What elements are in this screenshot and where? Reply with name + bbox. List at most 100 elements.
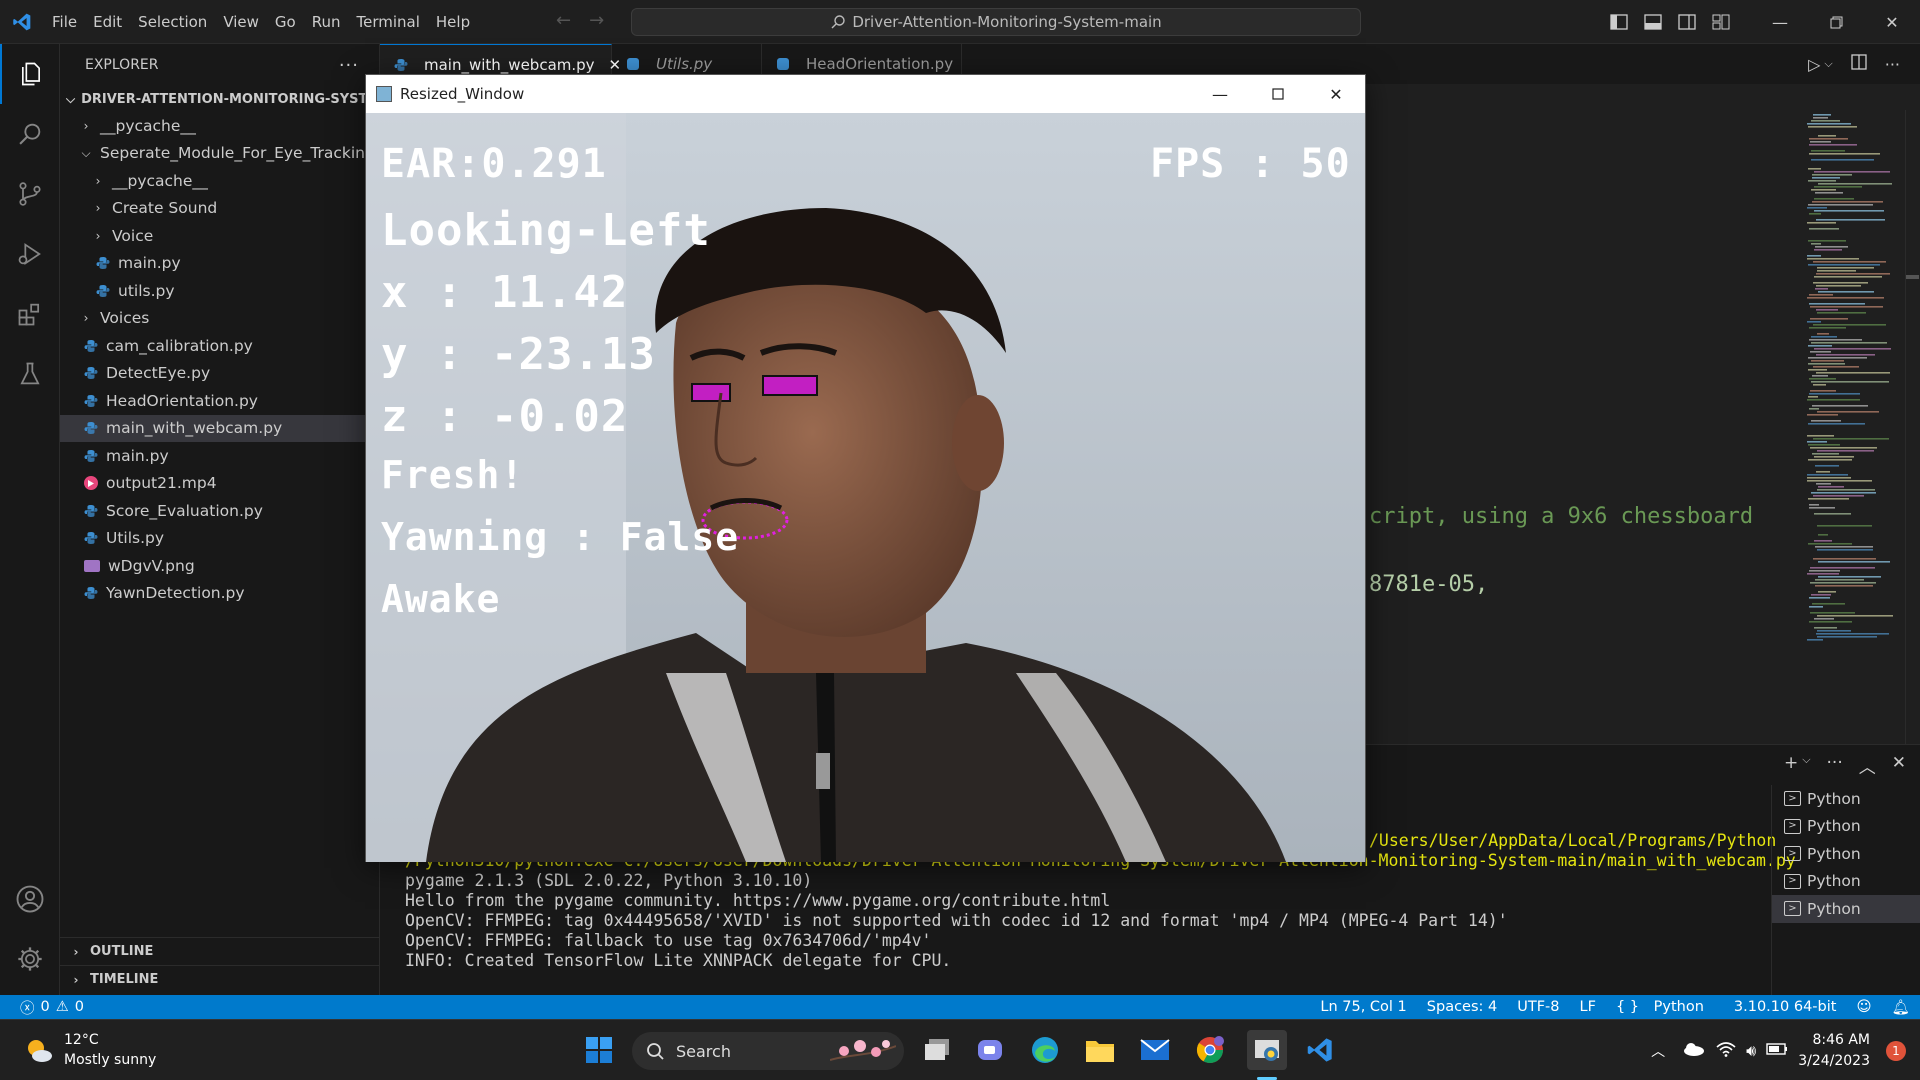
back-arrow-icon[interactable]: ← bbox=[556, 10, 571, 31]
outline-section[interactable]: › OUTLINE bbox=[60, 937, 380, 965]
tree-item[interactable]: Score_Evaluation.py bbox=[60, 497, 379, 525]
search-icon[interactable] bbox=[0, 104, 60, 164]
editor-scrollbar[interactable] bbox=[1905, 110, 1919, 745]
file-explorer-icon[interactable] bbox=[1082, 1032, 1118, 1068]
more-actions-icon[interactable]: ··· bbox=[1885, 55, 1900, 74]
extensions-icon[interactable] bbox=[0, 284, 60, 344]
weather-widget[interactable]: 12°C Mostly sunny bbox=[24, 1030, 156, 1071]
command-center-search[interactable]: Driver-Attention-Monitoring-System-main bbox=[631, 8, 1361, 36]
task-view-icon[interactable] bbox=[919, 1032, 955, 1068]
taskbar-search[interactable]: Search bbox=[632, 1032, 904, 1070]
menu-selection[interactable]: Selection bbox=[130, 0, 215, 44]
tree-item[interactable]: › Voices bbox=[60, 305, 379, 333]
onedrive-cloud-icon[interactable] bbox=[1675, 1041, 1711, 1060]
python-interpreter[interactable]: 3.10.10 64-bit bbox=[1724, 999, 1847, 1015]
menu-file[interactable]: File bbox=[44, 0, 85, 44]
tree-item-label: Create Sound bbox=[112, 199, 218, 218]
menu-help[interactable]: Help bbox=[428, 0, 478, 44]
terminal-instance[interactable]: > Python bbox=[1772, 813, 1920, 841]
minimize-icon[interactable]: — bbox=[1752, 0, 1808, 44]
problems-indicator[interactable]: ⓧ 0 ⚠ 0 bbox=[0, 997, 84, 1018]
tree-item[interactable]: YawnDetection.py bbox=[60, 580, 379, 608]
accounts-icon[interactable] bbox=[0, 869, 60, 929]
maximize-icon[interactable] bbox=[1249, 75, 1307, 113]
terminal-instance[interactable]: > Python bbox=[1772, 868, 1920, 896]
menu-go[interactable]: Go bbox=[267, 0, 304, 44]
explorer-icon[interactable] bbox=[0, 44, 60, 104]
terminal-instance[interactable]: > Python bbox=[1772, 785, 1920, 813]
mail-icon[interactable] bbox=[1137, 1032, 1173, 1068]
encoding[interactable]: UTF-8 bbox=[1507, 999, 1569, 1015]
forward-arrow-icon[interactable]: → bbox=[589, 10, 604, 31]
terminal-instance[interactable]: > Python bbox=[1772, 895, 1920, 923]
tree-item[interactable]: HeadOrientation.py bbox=[60, 387, 379, 415]
terminal-instance[interactable]: > Python bbox=[1772, 840, 1920, 868]
run-file-icon[interactable]: ▷ bbox=[1808, 55, 1820, 74]
tree-item[interactable]: main_with_webcam.py bbox=[60, 414, 379, 442]
battery-icon[interactable] bbox=[1761, 1041, 1798, 1060]
menu-edit[interactable]: Edit bbox=[85, 0, 130, 44]
run-debug-icon[interactable] bbox=[0, 224, 60, 284]
tree-item[interactable]: cam_calibration.py bbox=[60, 332, 379, 360]
timeline-section[interactable]: › TIMELINE bbox=[60, 965, 380, 993]
notification-badge[interactable]: 1 bbox=[1886, 1040, 1906, 1061]
tree-item[interactable]: Utils.py bbox=[60, 525, 379, 553]
indentation[interactable]: Spaces: 4 bbox=[1417, 999, 1507, 1015]
scrollbar-thumb[interactable] bbox=[1906, 275, 1919, 279]
toggle-panel-icon[interactable] bbox=[1636, 0, 1670, 44]
tree-item[interactable]: DetectEye.py bbox=[60, 360, 379, 388]
source-control-icon[interactable] bbox=[0, 164, 60, 224]
tree-item[interactable]: main.py bbox=[60, 250, 379, 278]
close-icon[interactable]: ✕ bbox=[1307, 75, 1365, 113]
volume-icon[interactable]: 🔊︎ bbox=[1741, 1041, 1761, 1061]
tree-item[interactable]: wDgvV.png bbox=[60, 552, 379, 580]
chevron-down-icon[interactable]: ⌵ bbox=[1824, 57, 1832, 71]
close-icon[interactable]: ✕ bbox=[1864, 0, 1920, 44]
tree-item[interactable]: utils.py bbox=[60, 277, 379, 305]
menu-view[interactable]: View bbox=[215, 0, 267, 44]
toggle-sidebar-icon[interactable] bbox=[1602, 0, 1636, 44]
workspace-root[interactable]: ⌵ DRIVER-ATTENTION-MONITORING-SYSTE... bbox=[60, 86, 379, 112]
opencv-window-titlebar[interactable]: Resized_Window — ✕ bbox=[366, 75, 1365, 113]
close-panel-icon[interactable]: ✕ bbox=[1892, 753, 1906, 778]
wifi-icon[interactable] bbox=[1711, 1041, 1741, 1061]
cursor-position[interactable]: Ln 75, Col 1 bbox=[1310, 999, 1416, 1015]
tree-item[interactable]: ⌵ Seperate_Module_For_Eye_Tracking bbox=[60, 140, 379, 168]
maximize-panel-icon[interactable]: ︿ bbox=[1859, 753, 1876, 778]
new-terminal-icon[interactable]: + bbox=[1784, 753, 1798, 778]
python-app-icon[interactable] bbox=[1247, 1030, 1287, 1070]
minimize-icon[interactable]: — bbox=[1191, 75, 1249, 113]
tree-item[interactable]: output21.mp4 bbox=[60, 470, 379, 498]
start-windows-icon[interactable] bbox=[581, 1032, 617, 1068]
testing-icon[interactable] bbox=[0, 344, 60, 404]
opencv-window[interactable]: Resized_Window — ✕ EAR:0.291 FPS: 50 Lo… bbox=[365, 74, 1366, 862]
teams-chat-icon[interactable] bbox=[972, 1032, 1008, 1068]
tree-item[interactable]: › Create Sound bbox=[60, 195, 379, 223]
notifications-bell-icon[interactable]: 🔔︎ bbox=[1882, 999, 1920, 1016]
language-mode[interactable]: { } Python bbox=[1606, 999, 1724, 1015]
split-editor-icon[interactable] bbox=[1851, 54, 1867, 74]
menu-terminal[interactable]: Terminal bbox=[349, 0, 428, 44]
customize-layout-icon[interactable] bbox=[1704, 0, 1738, 44]
clock[interactable]: 8:46 AM 3/24/2023 bbox=[1798, 1030, 1880, 1071]
chevron-right-icon: › bbox=[95, 173, 101, 188]
feedback-icon[interactable]: ☺ bbox=[1846, 999, 1881, 1015]
toggle-secondary-sidebar-icon[interactable] bbox=[1670, 0, 1704, 44]
chrome-icon[interactable] bbox=[1192, 1032, 1228, 1068]
tree-item[interactable]: › __pycache__ bbox=[60, 112, 379, 140]
more-actions-icon[interactable]: ··· bbox=[339, 55, 359, 76]
chevron-down-icon[interactable]: ⌵ bbox=[1802, 753, 1810, 778]
line-endings[interactable]: LF bbox=[1570, 999, 1606, 1015]
terminal-icon: > bbox=[1784, 901, 1801, 917]
menu-run[interactable]: Run bbox=[304, 0, 349, 44]
minimap[interactable] bbox=[1797, 110, 1905, 650]
chevron-up-icon[interactable]: ︿ bbox=[1641, 1041, 1675, 1061]
settings-gear-icon[interactable] bbox=[0, 929, 60, 989]
tree-item[interactable]: › __pycache__ bbox=[60, 167, 379, 195]
tree-item[interactable]: › Voice bbox=[60, 222, 379, 250]
more-actions-icon[interactable]: ··· bbox=[1827, 753, 1843, 778]
restore-icon[interactable] bbox=[1808, 0, 1864, 44]
vscode-taskbar-icon[interactable] bbox=[1302, 1032, 1338, 1068]
edge-browser-icon[interactable] bbox=[1027, 1032, 1063, 1068]
tree-item[interactable]: main.py bbox=[60, 442, 379, 470]
